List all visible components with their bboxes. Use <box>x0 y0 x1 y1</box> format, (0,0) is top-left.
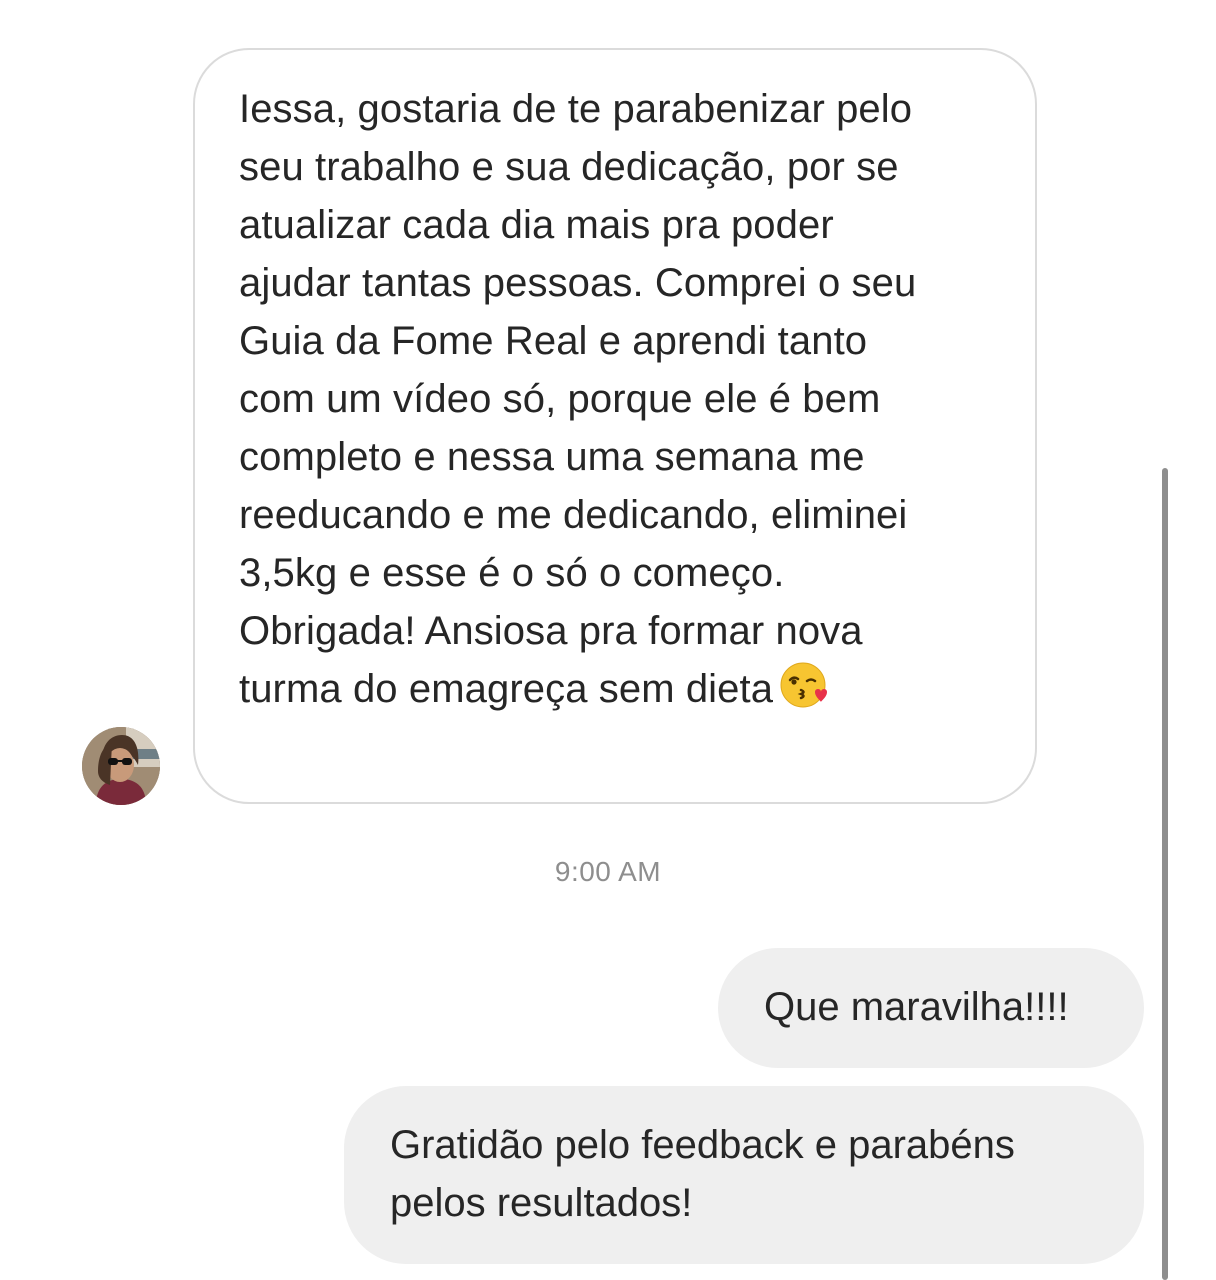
message-thread: Iessa, gostaria de te parabenizar pelo s… <box>0 0 1216 1280</box>
kissing-face-with-heart-emoji <box>779 660 829 710</box>
outgoing-message-text: Gratidão pelo feedback e parabéns pelos … <box>390 1123 1015 1225</box>
outgoing-message-bubble[interactable]: Gratidão pelo feedback e parabéns pelos … <box>344 1086 1144 1264</box>
outgoing-message-text: Que maravilha!!!! <box>764 985 1069 1029</box>
avatar-photo <box>82 727 160 805</box>
incoming-message-bubble[interactable]: Iessa, gostaria de te parabenizar pelo s… <box>193 48 1037 804</box>
sender-avatar[interactable] <box>82 727 160 805</box>
outgoing-message-bubble[interactable]: Que maravilha!!!! <box>718 948 1144 1068</box>
scrollbar[interactable] <box>1162 468 1168 1280</box>
incoming-message-text: Iessa, gostaria de te parabenizar pelo s… <box>239 87 917 711</box>
message-timestamp: 9:00 AM <box>554 856 662 887</box>
